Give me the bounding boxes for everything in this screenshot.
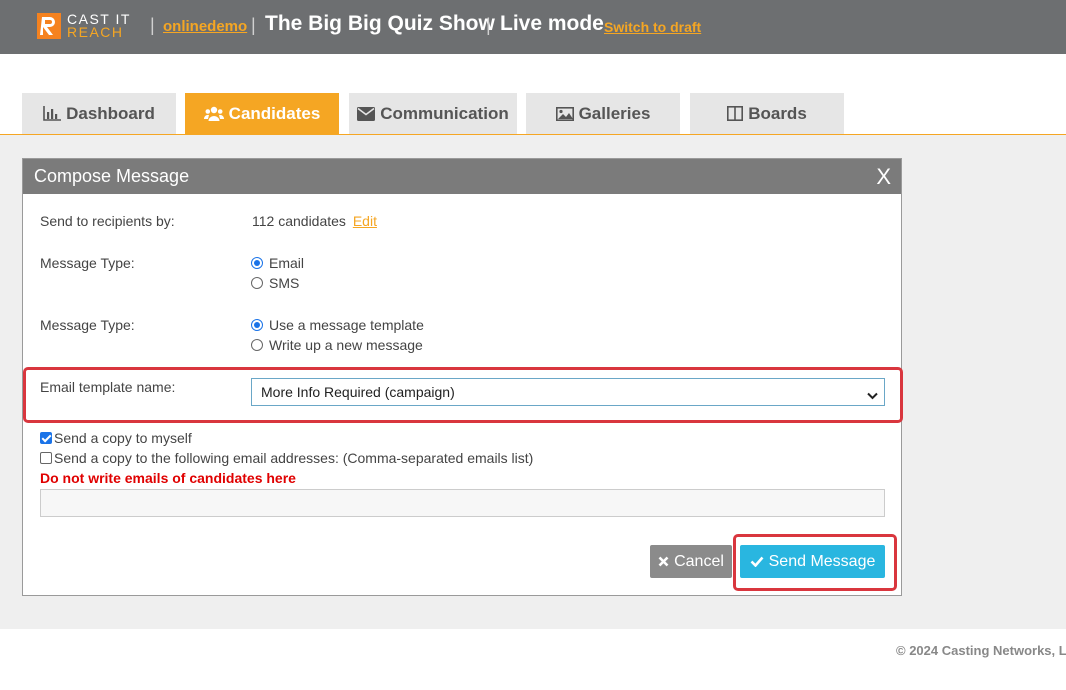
radio-sms[interactable]: SMS xyxy=(251,275,299,291)
account-link[interactable]: onlinedemo xyxy=(163,18,247,35)
compose-message-modal: Compose Message X Send to recipients by:… xyxy=(22,158,903,596)
radio-email[interactable]: Email xyxy=(251,255,304,271)
envelope-icon xyxy=(357,106,376,121)
tab-galleries[interactable]: Galleries xyxy=(526,93,680,134)
copy-myself-checkbox-row[interactable]: Send a copy to myself xyxy=(40,430,192,446)
footer-copyright: © 2024 Casting Networks, L xyxy=(896,643,1066,658)
check-icon xyxy=(750,556,764,567)
logo-mark-icon xyxy=(37,13,61,39)
radio-label: Email xyxy=(269,255,305,271)
edit-recipients-link[interactable]: Edit xyxy=(353,213,377,229)
cast-it-reach-logo[interactable]: CAST IT REACH xyxy=(37,12,131,40)
header-separator: | xyxy=(486,15,491,35)
radio-button[interactable] xyxy=(251,339,263,351)
tab-dashboard[interactable]: Dashboard xyxy=(22,93,176,134)
cancel-button[interactable]: Cancel xyxy=(650,545,732,578)
tab-label: Boards xyxy=(748,103,807,123)
template-name-label: Email template name: xyxy=(40,379,176,395)
radio-use-template[interactable]: Use a message template xyxy=(251,317,424,333)
recipients-value: 112 candidates Edit xyxy=(252,213,377,229)
send-label: Send Message xyxy=(768,552,876,570)
copy-others-checkbox-row[interactable]: Send a copy to the following email addre… xyxy=(40,450,533,466)
copy-myself-checkbox[interactable] xyxy=(40,432,52,444)
copy-emails-input[interactable] xyxy=(40,489,885,517)
message-source-label: Message Type: xyxy=(40,317,135,333)
top-header: CAST IT REACH | onlinedemo | The Big Big… xyxy=(0,0,1066,54)
tab-communication[interactable]: Communication xyxy=(349,93,517,134)
tab-label: Candidates xyxy=(228,103,321,123)
modal-header: Compose Message X xyxy=(23,159,901,194)
recipients-count: 112 candidates xyxy=(252,213,346,229)
radio-button[interactable] xyxy=(251,257,263,269)
close-button[interactable]: X xyxy=(876,165,891,188)
send-message-button[interactable]: Send Message xyxy=(740,545,885,578)
radio-new-message[interactable]: Write up a new message xyxy=(251,337,423,353)
close-icon xyxy=(658,556,669,567)
logo-text: CAST IT REACH xyxy=(67,12,131,40)
recipients-label: Send to recipients by: xyxy=(40,213,175,229)
mode-title: Live mode xyxy=(500,12,604,35)
radio-button[interactable] xyxy=(251,319,263,331)
chevron-down-icon xyxy=(867,387,878,403)
tab-candidates[interactable]: Candidates xyxy=(185,93,339,134)
modal-title: Compose Message xyxy=(34,166,190,186)
cancel-label: Cancel xyxy=(674,552,724,570)
columns-icon xyxy=(727,106,744,121)
template-selected-value: More Info Required (campaign) xyxy=(261,384,455,400)
project-title: The Big Big Quiz Show xyxy=(265,12,495,35)
warning-text: Do not write emails of candidates here xyxy=(40,470,296,486)
tabs-underline xyxy=(0,134,1066,135)
logo-line2: REACH xyxy=(67,24,124,40)
tab-label: Dashboard xyxy=(66,103,155,123)
template-select[interactable]: More Info Required (campaign) xyxy=(251,378,885,406)
tab-boards[interactable]: Boards xyxy=(690,93,844,134)
image-icon xyxy=(555,106,574,121)
copy-others-checkbox[interactable] xyxy=(40,452,52,464)
radio-label: Use a message template xyxy=(269,317,424,333)
tab-label: Galleries xyxy=(578,103,651,123)
checkbox-label: Send a copy to the following email addre… xyxy=(54,450,534,466)
radio-label: SMS xyxy=(269,275,300,291)
header-separator: | xyxy=(251,15,256,35)
tab-label: Communication xyxy=(380,103,509,123)
bar-chart-icon xyxy=(43,106,62,121)
checkbox-label: Send a copy to myself xyxy=(54,430,192,446)
header-separator: | xyxy=(150,15,155,35)
radio-label: Write up a new message xyxy=(269,337,423,353)
users-icon xyxy=(203,106,224,122)
switch-to-draft-link[interactable]: Switch to draft xyxy=(604,19,701,35)
message-type-label: Message Type: xyxy=(40,255,135,271)
radio-button[interactable] xyxy=(251,277,263,289)
